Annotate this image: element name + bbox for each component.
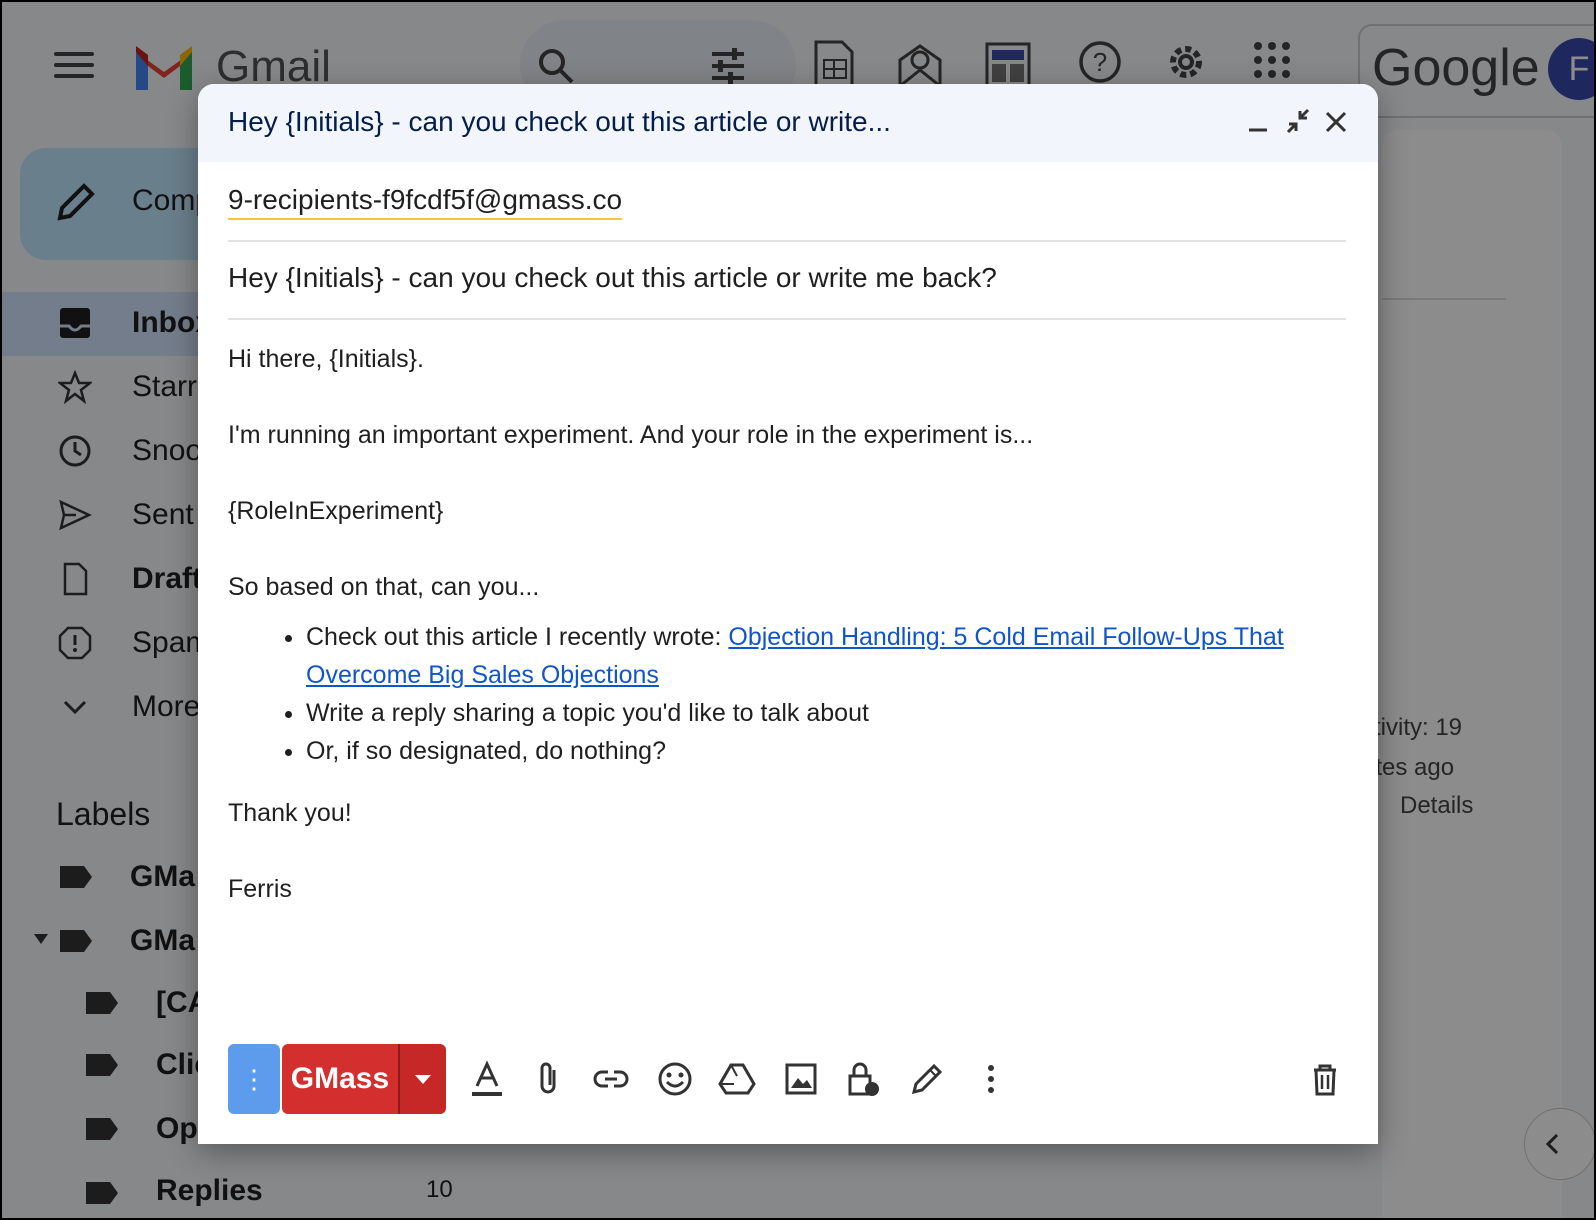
list-item: Check out this article I recently wrote:… [306, 618, 1338, 694]
gmass-send-button[interactable]: GMass [282, 1044, 398, 1114]
recipient-chip[interactable]: 9-recipients-f9fcdf5f@gmass.co [228, 184, 623, 220]
confidential-mode-icon[interactable] [844, 1060, 882, 1098]
compose-window-title: Hey {Initials} - can you check out this … [228, 106, 891, 137]
drive-icon[interactable] [718, 1060, 756, 1098]
to-field[interactable]: 9-recipients-f9fcdf5f@gmass.co [228, 162, 1346, 242]
body-thanks: Thank you! [228, 799, 352, 827]
subject-text: Hey {Initials} - can you check out this … [228, 262, 997, 293]
message-body[interactable]: Hi there, {Initials}. I'm running an imp… [228, 340, 1338, 946]
attach-icon[interactable] [530, 1060, 568, 1098]
trash-icon[interactable] [1306, 1060, 1344, 1098]
signature-pen-icon[interactable] [908, 1060, 946, 1098]
gmass-dropdown-button[interactable] [398, 1044, 446, 1114]
more-options-icon[interactable] [972, 1060, 1010, 1098]
list-item: Or, if so designated, do nothing? [306, 732, 1338, 770]
body-bullet-list: Check out this article I recently wrote:… [228, 618, 1338, 770]
emoji-icon[interactable] [656, 1060, 694, 1098]
body-line: I'm running an important experiment. And… [228, 421, 1034, 449]
link-icon[interactable] [592, 1060, 630, 1098]
subject-field[interactable]: Hey {Initials} - can you check out this … [228, 242, 1346, 320]
image-icon[interactable] [782, 1060, 820, 1098]
text-format-icon[interactable] [468, 1060, 506, 1098]
bullet-text: Check out this article I recently wrote: [306, 623, 729, 651]
body-greeting: Hi there, {Initials}. [228, 345, 424, 373]
gmass-settings-button[interactable]: ⋮ [228, 1044, 280, 1114]
body-signature: Ferris [228, 875, 292, 903]
exit-fullscreen-icon[interactable] [1280, 104, 1316, 140]
compose-toolbar: ⋮ GMass [228, 1044, 1348, 1114]
list-item: Write a reply sharing a topic you'd like… [306, 694, 1338, 732]
body-line: So based on that, can you... [228, 573, 540, 601]
compose-dialog: Hey {Initials} - can you check out this … [198, 84, 1378, 1144]
compose-header[interactable]: Hey {Initials} - can you check out this … [198, 84, 1378, 162]
minimize-icon[interactable] [1240, 104, 1276, 140]
close-icon[interactable] [1318, 104, 1354, 140]
body-line: {RoleInExperiment} [228, 497, 444, 525]
screen: Gmail ? Google F Comp Inbox Starre Snooz… [0, 0, 1596, 1220]
